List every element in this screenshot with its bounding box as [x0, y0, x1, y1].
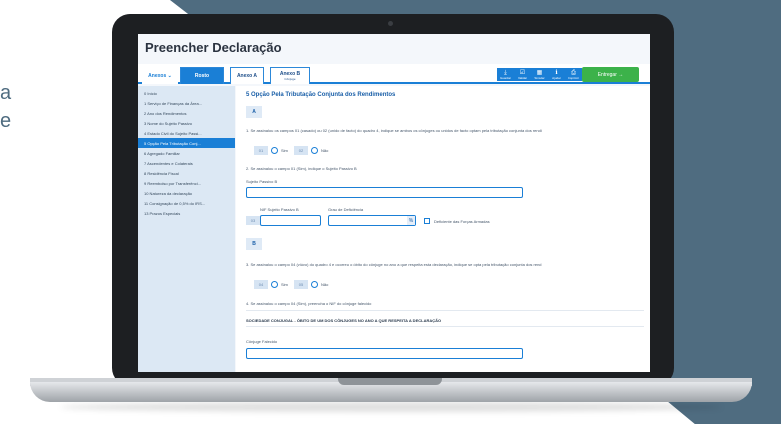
- tab-anexo-b-sub: Cônjuge: [284, 77, 296, 81]
- radio-nao[interactable]: [311, 147, 318, 154]
- sidebar-item[interactable]: 10 Natureza da declaração: [138, 188, 235, 198]
- simulate-button[interactable]: ▦ Simular: [531, 68, 548, 81]
- radio-nao-2[interactable]: [311, 281, 318, 288]
- part-b-badge: B: [246, 238, 262, 250]
- field-label: Grau de Deficiência: [328, 207, 364, 212]
- radio-sim[interactable]: [271, 147, 278, 154]
- sidebar-item-active[interactable]: 5 Opção Pela Tributação Conj...: [138, 138, 235, 148]
- sidebar-item[interactable]: 6 Agregado Familiar: [138, 148, 235, 158]
- sidebar-item[interactable]: 9 Reembolso por Transferênci...: [138, 178, 235, 188]
- tool-label: Guardar: [499, 75, 511, 80]
- side-text-line: a: [0, 82, 12, 104]
- question-1: 1. Se assinalou os campos 01 (casado) ou…: [246, 128, 542, 133]
- part-a-badge: A: [246, 106, 262, 118]
- forcas-armadas-checkbox[interactable]: [424, 218, 430, 224]
- tool-label: Simular: [534, 75, 545, 80]
- sidebar-item[interactable]: 0 Início: [138, 88, 235, 98]
- webcam-icon: [388, 21, 393, 26]
- field-label: NIF Sujeito Passivo B: [260, 207, 299, 212]
- field-label: Sujeito Passivo B: [246, 179, 278, 184]
- field-code: 04: [254, 280, 268, 289]
- divider: [246, 310, 644, 311]
- submit-button[interactable]: Entregar →: [582, 67, 639, 82]
- nif-input[interactable]: [260, 215, 321, 226]
- sidebar-item[interactable]: 11 Consignação de 0,5% do IRS...: [138, 198, 235, 208]
- print-button[interactable]: ⎙ Imprimir: [565, 68, 582, 81]
- tab-bar: Anexos ⌄ Rosto Anexo A Anexo B Cônjuge ⤓…: [138, 64, 650, 84]
- subsection-heading: SOCIEDADE CONJUGAL - ÓBITO DE UM DOS CÔN…: [246, 318, 442, 323]
- radio-sim-2[interactable]: [271, 281, 278, 288]
- field-code: 05: [294, 280, 308, 289]
- screen: Preencher Declaração Anexos ⌄ Rosto Anex…: [138, 34, 650, 372]
- divider: [246, 326, 644, 327]
- sidebar-item[interactable]: 8 Residência Fiscal: [138, 168, 235, 178]
- tab-anexo-b[interactable]: Anexo B Cônjuge: [270, 67, 310, 84]
- main-panel: 5 Opção Pela Tributação Conjunta dos Ren…: [236, 86, 650, 372]
- sidebar-item[interactable]: 7 Ascendentes e Colaterais: [138, 158, 235, 168]
- sujeito-passivo-b-input[interactable]: [246, 187, 523, 198]
- tool-label: Imprimir: [568, 75, 579, 80]
- tab-anexo-a[interactable]: Anexo A: [230, 67, 264, 84]
- question-2: 2. Se assinalou o campo 01 (Sim), indiqu…: [246, 166, 357, 171]
- percent-icon: %: [407, 216, 415, 225]
- laptop-notch: [338, 378, 442, 385]
- field-code: 02: [294, 146, 308, 155]
- help-button[interactable]: ℹ Ajudar: [548, 68, 565, 81]
- radio-label: Sim: [281, 148, 288, 153]
- section-title: 5 Opção Pela Tributação Conjunta dos Ren…: [246, 92, 396, 98]
- stage: a e Preencher Declaração Anexos ⌄ Rosto …: [0, 0, 781, 424]
- conjuge-falecido-input[interactable]: [246, 348, 523, 359]
- sidebar-item[interactable]: 13 Prazos Especiais: [138, 208, 235, 218]
- question-4: 4. Se assinalou o campo 04 (Sim), preenc…: [246, 301, 372, 306]
- radio-label: Não: [321, 282, 329, 287]
- radio-label: Não: [321, 148, 329, 153]
- laptop-shadow: [60, 402, 722, 412]
- validate-button[interactable]: ☑ Validar: [514, 68, 531, 81]
- tab-anexos[interactable]: Anexos ⌄: [142, 67, 178, 84]
- deficiencia-input[interactable]: [328, 215, 416, 226]
- sidebar-item[interactable]: 2 Ano dos Rendimentos: [138, 108, 235, 118]
- sidebar-item[interactable]: 1 Serviço de Finanças da Área...: [138, 98, 235, 108]
- background-shape-right: [700, 0, 781, 424]
- field-code: 03: [246, 216, 260, 225]
- field-label: Cônjuge Falecido: [246, 339, 278, 344]
- page-title: Preencher Declaração: [145, 40, 282, 55]
- radio-label: Sim: [281, 282, 288, 287]
- laptop-base: [30, 382, 752, 402]
- tab-rosto[interactable]: Rosto: [180, 67, 224, 84]
- side-text-line: e: [0, 110, 12, 132]
- sidebar-item[interactable]: 4 Estado Civil do Sujeito Passi...: [138, 128, 235, 138]
- question-3: 3. Se assinalou o campo 04 (viúvo) do qu…: [246, 262, 542, 267]
- checkbox-label: Deficiente das Forças Armadas: [434, 219, 490, 224]
- sidebar: 0 Início 1 Serviço de Finanças da Área..…: [138, 86, 235, 372]
- sidebar-item[interactable]: 3 Nome do Sujeito Passivo: [138, 118, 235, 128]
- field-code: 01: [254, 146, 268, 155]
- save-button[interactable]: ⤓ Guardar: [497, 68, 514, 81]
- tool-label: Validar: [517, 75, 528, 80]
- tool-label: Ajudar: [552, 75, 561, 80]
